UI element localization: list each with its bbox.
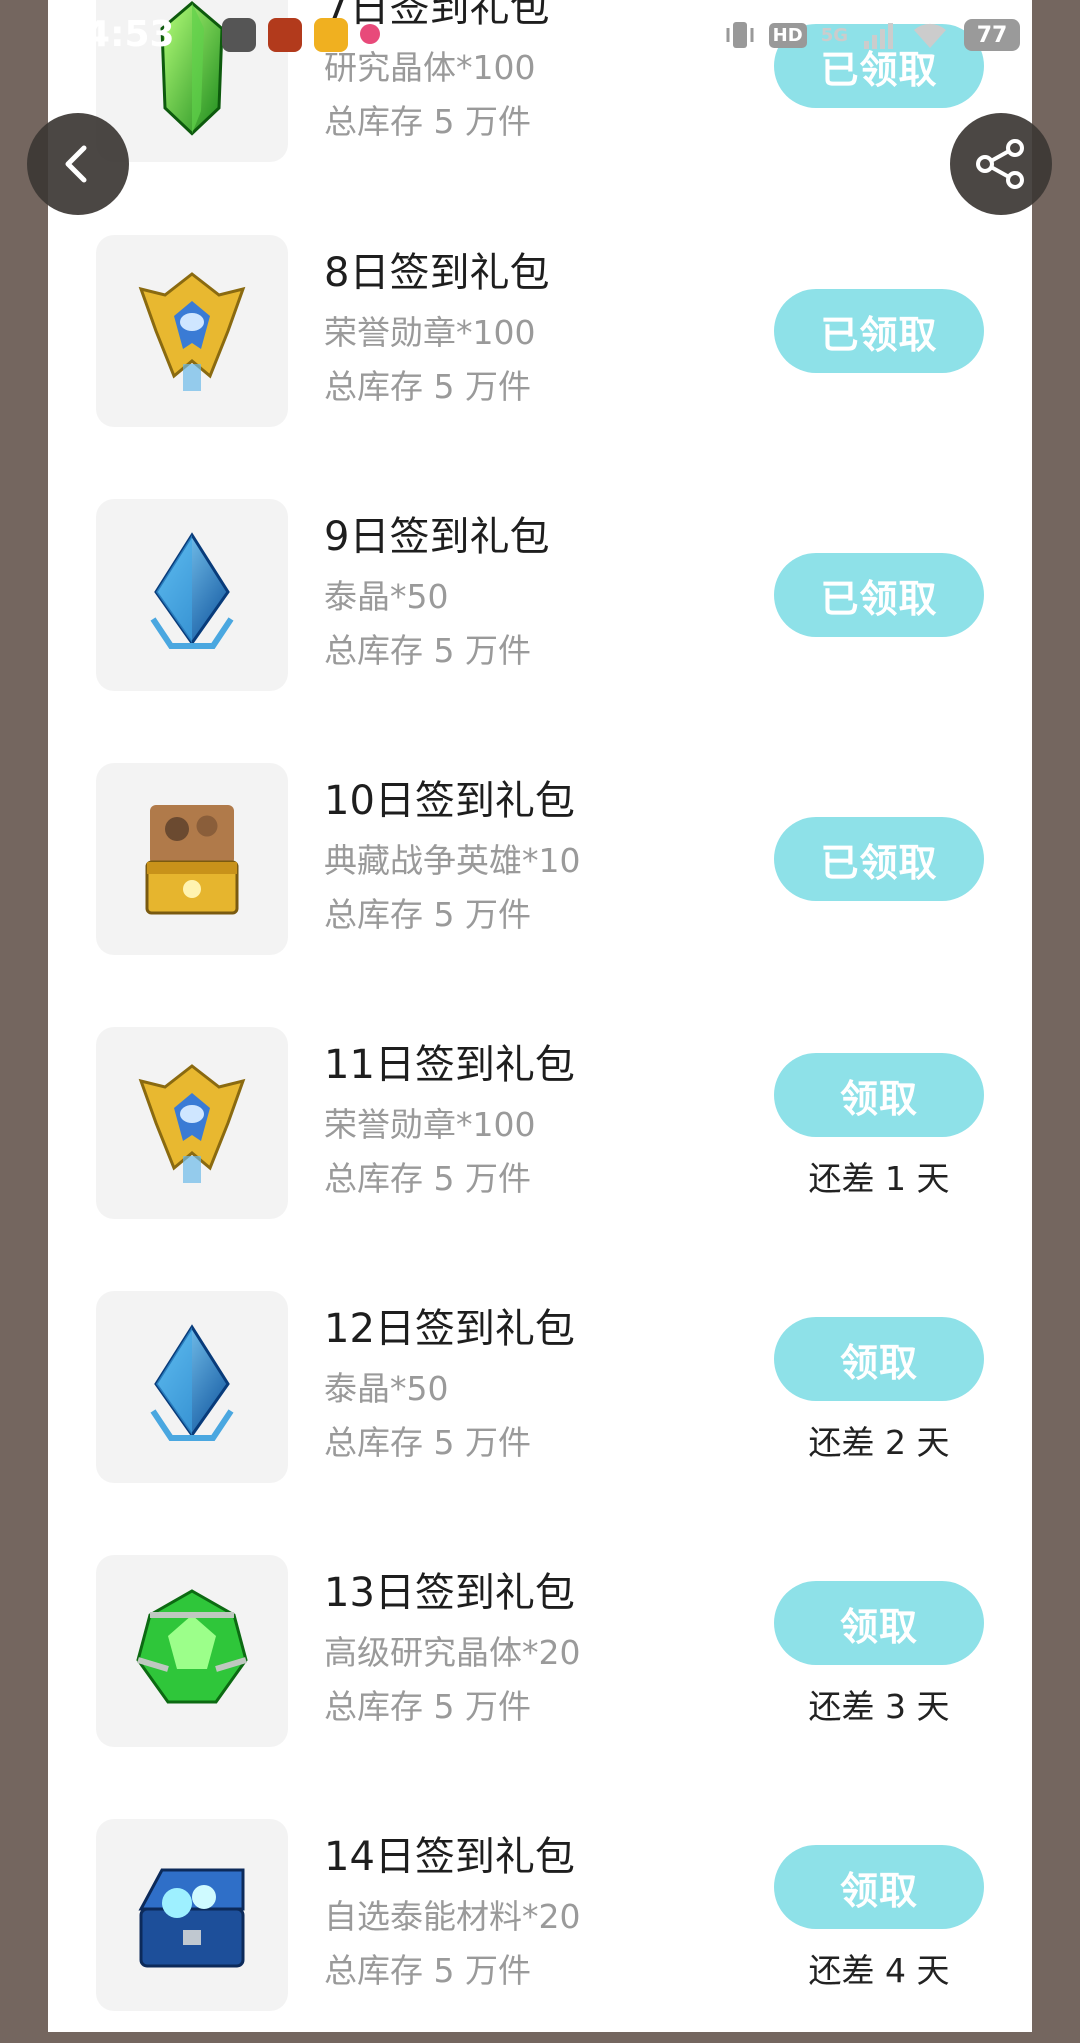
gift-item: 典藏战争英雄*10 xyxy=(324,841,581,880)
chevron-left-icon xyxy=(65,145,87,183)
claim-button[interactable]: 领取 xyxy=(774,1581,984,1665)
list-item: 11日签到礼包 荣誉勋章*100 总库存 5 万件 领取 还差 1 天 xyxy=(48,1027,1032,1219)
status-bar: 04:53 HD 5G 77 xyxy=(0,0,1080,72)
gift-stock: 总库存 5 万件 xyxy=(324,367,531,406)
blue-crystal-icon xyxy=(96,1291,288,1483)
system-icons: HD 5G 77 xyxy=(725,18,1020,52)
notification-icons xyxy=(222,18,380,52)
signal-icon xyxy=(864,23,893,49)
app-notification-icon xyxy=(222,18,256,52)
share-icon xyxy=(976,139,1024,189)
clock: 04:53 xyxy=(60,14,175,55)
gift-item: 荣誉勋章*100 xyxy=(324,1105,536,1144)
list-item: 14日签到礼包 自选泰能材料*20 总库存 5 万件 领取 还差 4 天 xyxy=(48,1819,1032,2011)
video-notification-icon xyxy=(314,18,348,52)
wifi-icon xyxy=(914,23,946,48)
gift-item: 泰晶*50 xyxy=(324,1369,449,1408)
gift-list-panel: 7日签到礼包 研究晶体*100 总库存 5 万件 已领取 8日签到礼包 荣誉勋章… xyxy=(48,0,1032,2032)
gift-title: 11日签到礼包 xyxy=(324,1042,575,1088)
gift-title: 10日签到礼包 xyxy=(324,778,575,824)
gift-stock: 总库存 5 万件 xyxy=(324,102,531,141)
days-remaining: 还差 2 天 xyxy=(808,1423,950,1462)
share-button[interactable] xyxy=(950,113,1052,215)
list-item: 9日签到礼包 泰晶*50 总库存 5 万件 已领取 xyxy=(48,499,1032,691)
claimed-button[interactable]: 已领取 xyxy=(774,289,984,373)
hd-icon: HD xyxy=(768,22,807,48)
gift-item: 荣誉勋章*100 xyxy=(324,313,536,352)
back-button[interactable] xyxy=(27,113,129,215)
list-item: 8日签到礼包 荣誉勋章*100 总库存 5 万件 已领取 xyxy=(48,235,1032,427)
list-item: 12日签到礼包 泰晶*50 总库存 5 万件 领取 还差 2 天 xyxy=(48,1291,1032,1483)
claimed-button[interactable]: 已领取 xyxy=(774,817,984,901)
network-label: 5G xyxy=(820,24,848,46)
gift-title: 14日签到礼包 xyxy=(324,1834,575,1880)
gift-stock: 总库存 5 万件 xyxy=(324,631,531,670)
gift-stock: 总库存 5 万件 xyxy=(324,1159,531,1198)
claimed-button[interactable]: 已领取 xyxy=(774,553,984,637)
hero-chest-icon xyxy=(96,763,288,955)
battery-icon: 77 xyxy=(964,19,1020,51)
claim-button[interactable]: 领取 xyxy=(774,1845,984,1929)
list-item: 13日签到礼包 高级研究晶体*20 总库存 5 万件 领取 还差 3 天 xyxy=(48,1555,1032,1747)
vibrate-icon xyxy=(726,22,754,48)
gift-title: 12日签到礼包 xyxy=(324,1306,575,1352)
game-notification-icon xyxy=(268,18,302,52)
list-item: 10日签到礼包 典藏战争英雄*10 总库存 5 万件 已领取 xyxy=(48,763,1032,955)
claim-button[interactable]: 领取 xyxy=(774,1053,984,1137)
gift-stock: 总库存 5 万件 xyxy=(324,1951,531,1990)
gold-medal-icon xyxy=(96,235,288,427)
message-notification-icon xyxy=(360,24,380,44)
gift-item: 自选泰能材料*20 xyxy=(324,1897,581,1936)
gift-title: 9日签到礼包 xyxy=(324,514,550,560)
days-remaining: 还差 3 天 xyxy=(808,1687,950,1726)
gift-item: 泰晶*50 xyxy=(324,577,449,616)
days-remaining: 还差 4 天 xyxy=(808,1951,950,1990)
gift-stock: 总库存 5 万件 xyxy=(324,1423,531,1462)
gift-item: 高级研究晶体*20 xyxy=(324,1633,581,1672)
gold-medal-icon xyxy=(96,1027,288,1219)
blue-crystal-icon xyxy=(96,499,288,691)
claim-button[interactable]: 领取 xyxy=(774,1317,984,1401)
gift-title: 8日签到礼包 xyxy=(324,250,550,296)
green-gem-icon xyxy=(96,1555,288,1747)
material-chest-icon xyxy=(96,1819,288,2011)
gift-stock: 总库存 5 万件 xyxy=(324,1687,531,1726)
days-remaining: 还差 1 天 xyxy=(808,1159,950,1198)
gift-stock: 总库存 5 万件 xyxy=(324,895,531,934)
gift-title: 13日签到礼包 xyxy=(324,1570,575,1616)
